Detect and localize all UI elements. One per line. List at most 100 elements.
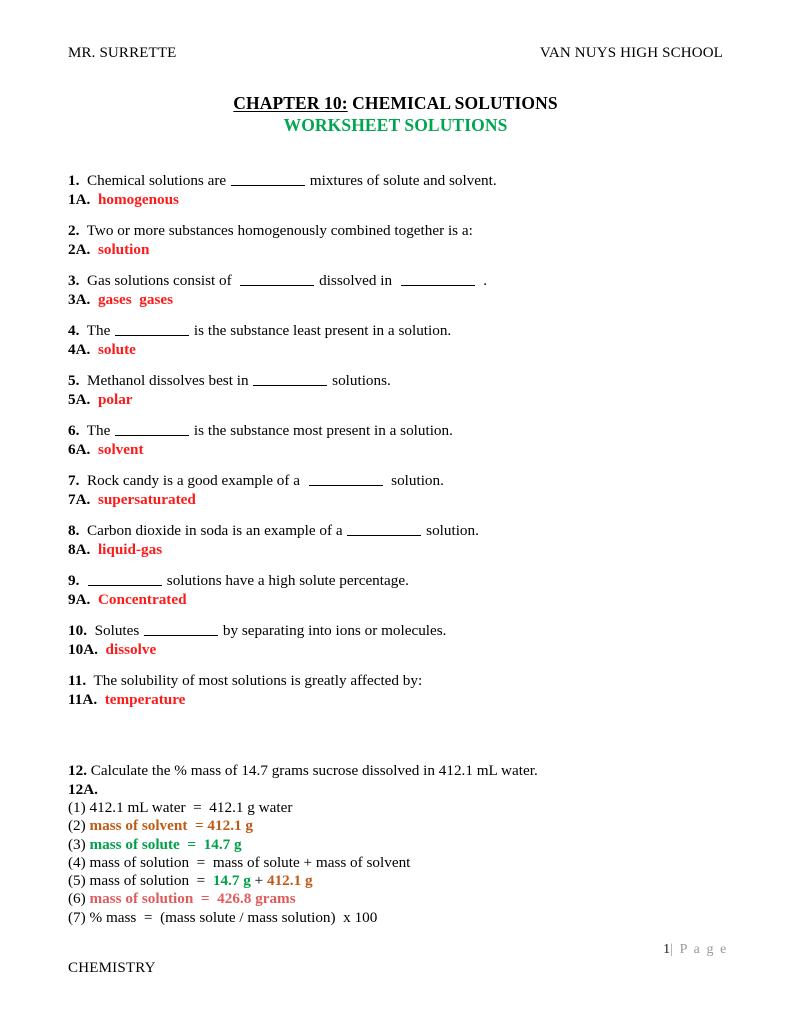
answer-line: 11A. temperature <box>68 691 728 710</box>
answer-blank[interactable] <box>115 323 190 336</box>
answer-label: 3A. <box>68 290 91 308</box>
answer-spacer <box>90 241 98 258</box>
question-line: 10. Solutes by separating into ions or m… <box>68 622 728 641</box>
question-item: 6. The is the substance most present in … <box>68 422 728 459</box>
worked-steps: (1) 412.1 mL water = 412.1 g water (2) ma… <box>68 799 728 927</box>
answer-blank[interactable] <box>115 423 190 436</box>
answer-label: 10A. <box>68 640 98 658</box>
question-item: 8. Carbon dioxide in soda is an example … <box>68 522 728 559</box>
header-school-name: VAN NUYS HIGH SCHOOL <box>539 45 723 61</box>
worked-step-index: (2) <box>68 817 86 835</box>
question-item: 1. Chemical solutions are mixtures of so… <box>68 172 728 209</box>
question-text-post: solutions. <box>328 372 391 389</box>
answer-blank[interactable] <box>400 273 475 286</box>
worked-step-segment: 412.1 mL water = 412.1 g water <box>85 799 293 816</box>
answer-line: 8A. liquid-gas <box>68 541 728 560</box>
worked-step-segment: mass of solvent = 412.1 g <box>85 817 253 835</box>
worked-step-segment: 14.7 g <box>212 872 251 890</box>
question-line: 2. Two or more substances homogenously c… <box>68 222 728 241</box>
answer-line: 5A. polar <box>68 391 728 410</box>
question-item: 11. The solubility of most solutions is … <box>68 672 728 709</box>
answer-spacer <box>90 441 98 458</box>
worked-answer-label: 12A. <box>68 780 98 798</box>
answer-blank[interactable] <box>308 473 383 486</box>
worked-step: (4) mass of solution = mass of solute + … <box>68 854 728 872</box>
answer-spacer <box>90 291 98 308</box>
title-chapter-topic: CHEMICAL SOLUTIONS <box>347 93 558 113</box>
worked-step: (5) mass of solution = 14.7 g + 412.1 g <box>68 872 728 890</box>
answer-text: supersaturated <box>97 490 196 508</box>
answer-label: 9A. <box>68 590 91 608</box>
question-number: 3. <box>68 272 80 289</box>
answer-blank[interactable] <box>230 173 305 186</box>
answer-text: liquid-gas <box>97 540 163 558</box>
answer-spacer <box>97 691 105 708</box>
answer-text: solvent <box>97 440 144 458</box>
question-item: 3. Gas solutions consist of dissolved in… <box>68 272 728 309</box>
answer-blank[interactable] <box>253 373 328 386</box>
page-title: CHAPTER 10: CHEMICAL SOLUTIONS <box>0 92 791 114</box>
question-text-post: solution. <box>422 522 479 539</box>
header-teacher-name: MR. SURRETTE <box>68 45 177 61</box>
worked-step-segment: mass of solution = mass of solute + mass… <box>85 853 411 871</box>
question-number: 4. <box>68 322 80 339</box>
answer-label: 2A. <box>68 240 91 258</box>
question-number: 11. <box>68 672 87 689</box>
answer-line: 7A. supersaturated <box>68 491 728 510</box>
worked-step-segment: 412.1 g <box>266 872 313 890</box>
answer-spacer <box>90 341 98 358</box>
answer-spacer <box>90 391 98 408</box>
question-text-post: mixtures of solute and solvent. <box>305 172 497 189</box>
answer-line: 2A. solution <box>68 241 728 260</box>
answer-line: 1A. homogenous <box>68 191 728 210</box>
worked-problem: 12. Calculate the % mass of 14.7 grams s… <box>68 762 728 927</box>
worked-step-index: (5) <box>68 872 86 890</box>
answer-blank[interactable] <box>347 523 422 536</box>
worked-step: (1) 412.1 mL water = 412.1 g water <box>68 799 728 817</box>
worked-question-text: Calculate the % mass of 14.7 grams sucro… <box>86 762 538 779</box>
question-text-pre: The solubility of most solutions is grea… <box>86 672 423 689</box>
question-item: 2. Two or more substances homogenously c… <box>68 222 728 259</box>
worked-step: (2) mass of solvent = 412.1 g <box>68 817 728 835</box>
answer-spacer <box>98 641 106 658</box>
answer-blank[interactable] <box>144 623 219 636</box>
answer-blank[interactable] <box>240 273 315 286</box>
title-chapter-label: CHAPTER 10: <box>233 93 348 113</box>
title-block: CHAPTER 10: CHEMICAL SOLUTIONS WORKSHEET… <box>0 92 791 136</box>
answer-label: 1A. <box>68 190 91 208</box>
worked-step: (7) % mass = (mass solute / mass solutio… <box>68 909 728 927</box>
answer-text: solution <box>97 240 150 258</box>
question-number: 10. <box>68 622 87 639</box>
answer-label: 6A. <box>68 440 91 458</box>
footer-page-label: | P a g e <box>670 942 728 957</box>
question-text-post: . <box>475 272 488 289</box>
question-number: 8. <box>68 522 80 539</box>
answer-label: 5A. <box>68 390 91 408</box>
question-text-pre: Solutes <box>86 622 144 639</box>
question-text-pre: Gas solutions consist of <box>79 272 240 289</box>
question-line: 8. Carbon dioxide in soda is an example … <box>68 522 728 541</box>
answer-text: temperature <box>104 690 186 708</box>
footer-subject: CHEMISTRY <box>68 960 156 976</box>
question-item: 9. solutions have a high solute percenta… <box>68 572 728 609</box>
question-text-pre: Rock candy is a good example of a <box>79 472 308 489</box>
footer-page-indicator: 1| P a g e <box>663 942 728 958</box>
question-text-post: is the substance least present in a solu… <box>190 322 452 339</box>
question-item: 7. Rock candy is a good example of a sol… <box>68 472 728 509</box>
answer-blank[interactable] <box>87 573 162 586</box>
answer-line: 10A. dissolve <box>68 641 728 660</box>
question-line: 7. Rock candy is a good example of a sol… <box>68 472 728 491</box>
worked-step-segment: mass of solution = <box>85 872 213 890</box>
question-line: 4. The is the substance least present in… <box>68 322 728 341</box>
answer-text: solute <box>97 340 136 358</box>
answer-label: 8A. <box>68 540 91 558</box>
question-line: 9. solutions have a high solute percenta… <box>68 572 728 591</box>
worked-step-segment: mass of solution = 426.8 grams <box>85 890 296 908</box>
answer-label: 7A. <box>68 490 91 508</box>
question-text-pre <box>79 572 87 589</box>
question-number: 9. <box>68 572 80 589</box>
worked-step: (3) mass of solute = 14.7 g <box>68 836 728 854</box>
question-text-post: solution. <box>383 472 444 489</box>
question-line: 3. Gas solutions consist of dissolved in… <box>68 272 728 291</box>
worked-step: (6) mass of solution = 426.8 grams <box>68 890 728 908</box>
